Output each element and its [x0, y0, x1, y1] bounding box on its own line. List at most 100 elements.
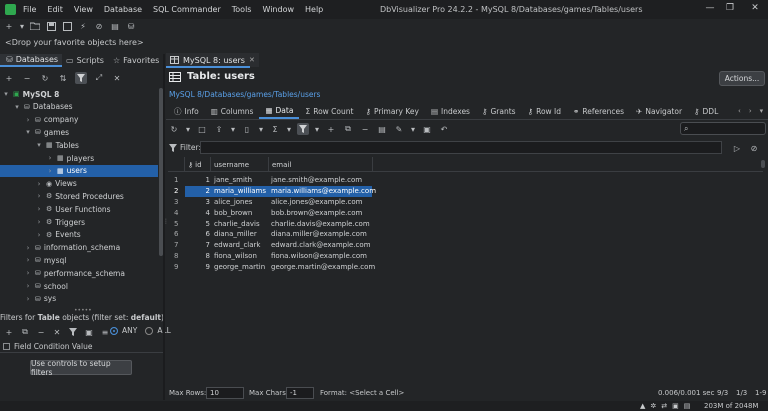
database-icon[interactable]: ⛁ [125, 20, 137, 32]
cell-id[interactable]: 5 [205, 218, 210, 229]
cell-username[interactable]: bob_brown [214, 207, 252, 218]
dropdown-arrow-icon[interactable]: ▾ [19, 20, 25, 32]
apply-icon[interactable]: ▣ [421, 123, 433, 135]
collapsed-arrow-icon[interactable]: › [35, 205, 43, 213]
split-handle-icon[interactable]: ••••• [74, 307, 92, 314]
cell-email[interactable]: edward.clark@example.com [271, 240, 371, 251]
collapsed-arrow-icon[interactable]: › [24, 244, 32, 252]
radio-all[interactable] [145, 326, 154, 335]
expanded-arrow-icon[interactable]: ▾ [13, 103, 21, 111]
export-menu-icon[interactable]: ▾ [230, 123, 236, 135]
cell-id[interactable]: 1 [205, 175, 210, 186]
more-tabs-icon[interactable]: ▾ [760, 107, 764, 115]
cell-email[interactable]: jane.smith@example.com [271, 175, 362, 186]
subtab-ddl[interactable]: ⚷ DDL [688, 104, 724, 119]
tab-favorites[interactable]: ☆ Favorites [113, 54, 159, 67]
filter-data-icon[interactable] [297, 123, 309, 135]
tree-node-company[interactable]: › ⛁ company [0, 114, 158, 126]
maximize-button[interactable]: ❐ [723, 3, 737, 15]
cell-email[interactable]: maria.williams@example.com [271, 186, 376, 197]
menu-sql-commander[interactable]: SQL Commander [153, 5, 221, 14]
table-row[interactable]: 6 6 diana_miller diana.miller@example.com [168, 229, 372, 240]
menu-window[interactable]: Window [262, 5, 294, 14]
sum-icon[interactable]: Σ [269, 123, 281, 135]
tab-databases[interactable]: ⛁ Databases [0, 54, 62, 67]
subtab-info[interactable]: ⓘ Info [168, 104, 205, 119]
delete-row-icon[interactable]: − [359, 123, 371, 135]
menu-database[interactable]: Database [104, 5, 142, 14]
collapsed-arrow-icon[interactable]: › [24, 256, 32, 264]
cell-email[interactable]: fiona.wilson@example.com [271, 251, 367, 262]
actions-button[interactable]: Actions... [719, 71, 765, 86]
collapsed-arrow-icon[interactable]: › [24, 295, 32, 303]
divider-grip-icon[interactable]: ⋮ [163, 219, 169, 232]
radio-any[interactable] [110, 326, 118, 335]
tree-node-school[interactable]: › ⛁ school [0, 280, 158, 292]
tree-node-triggers[interactable]: › ⚙ Triggers [0, 216, 158, 228]
scroll-right-icon[interactable]: › [749, 107, 752, 115]
filter-icon[interactable] [67, 326, 79, 338]
edit-icon[interactable]: ✎ [393, 123, 405, 135]
clear-filter-input-icon[interactable]: ⊘ [748, 142, 760, 154]
clear-filter-icon[interactable]: ✕ [51, 326, 63, 338]
refresh-icon[interactable]: ↻ [39, 72, 51, 84]
collapsed-arrow-icon[interactable]: › [35, 192, 43, 200]
expanded-arrow-icon[interactable]: ▾ [35, 141, 43, 149]
form-view-icon[interactable]: ▤ [376, 123, 388, 135]
collapsed-arrow-icon[interactable]: › [24, 269, 32, 277]
cell-id[interactable]: 4 [205, 207, 210, 218]
subtab-primary-key[interactable]: ⚷ Primary Key [359, 104, 424, 119]
add-row-icon[interactable]: + [325, 123, 337, 135]
cell-email[interactable]: alice.jones@example.com [271, 197, 362, 208]
tab-scripts[interactable]: ▭ Scripts [66, 54, 104, 67]
table-row[interactable]: 9 9 george_martin george.martin@example.com [168, 261, 375, 272]
cell-username[interactable]: charlie_davis [214, 218, 260, 229]
undo-icon[interactable]: ↶ [438, 123, 450, 135]
subtab-grants[interactable]: ⚷ Grants [476, 104, 522, 119]
grid-scrollbar[interactable] [761, 160, 765, 168]
setup-filters-button[interactable]: Use controls to setup filters [30, 359, 132, 377]
tree-node-mysql-8[interactable]: ▾ ▣ MySQL 8 [0, 88, 158, 100]
collapsed-arrow-icon[interactable]: › [35, 180, 43, 188]
apply-filter-icon[interactable]: ▷ [731, 142, 743, 154]
cell-id[interactable]: 2 [205, 186, 210, 197]
menu-edit[interactable]: Edit [47, 5, 63, 14]
cell-id[interactable]: 3 [205, 197, 210, 208]
tree-node-performance-schema[interactable]: › ⛁ performance_schema [0, 267, 158, 279]
subtab-indexes[interactable]: ▤ Indexes [425, 104, 476, 119]
menu-help[interactable]: Help [305, 5, 323, 14]
warning-icon[interactable]: ▲ [640, 402, 645, 410]
grid-search-input[interactable]: ⌕ [680, 122, 766, 135]
cell-email[interactable]: bob.brown@example.com [271, 207, 362, 218]
subtab-navigator[interactable]: ✈ Navigator [630, 104, 688, 119]
tree-node-tables[interactable]: ▾ ▦ Tables [0, 139, 158, 151]
reload-icon[interactable]: ↻ [168, 123, 180, 135]
expand-all-icon[interactable]: ⤢ [93, 72, 105, 84]
cell-username[interactable]: alice_jones [214, 197, 252, 208]
cell-username[interactable]: maria_williams [214, 186, 266, 197]
settings-icon[interactable]: ✲ [650, 402, 656, 410]
table-row[interactable]: 2 2 maria_williams maria.williams@example.c… [168, 185, 376, 197]
reload-menu-icon[interactable]: ▾ [185, 123, 191, 135]
filter-toggle-icon[interactable] [75, 72, 87, 84]
add-connection-icon[interactable]: + [3, 72, 15, 84]
max-rows-input[interactable]: 10 [206, 387, 244, 399]
connect-icon[interactable]: ⚡ [77, 20, 89, 32]
menu-view[interactable]: View [74, 5, 93, 14]
subtab-data[interactable]: ▦ Data [259, 104, 300, 119]
collapsed-arrow-icon[interactable]: › [46, 167, 54, 175]
table-row[interactable]: 7 7 edward_clark edward.clark@example.com [168, 240, 372, 251]
subtab-row-id[interactable]: ⚷ Row Id [522, 104, 567, 119]
favorites-drop-hint[interactable]: <Drop your favorite objects here> [5, 38, 144, 47]
cell-username[interactable]: diana_miller [214, 229, 257, 240]
subtab-references[interactable]: ⚭ References [567, 104, 630, 119]
collapsed-arrow-icon[interactable]: › [24, 116, 32, 124]
breadcrumb[interactable]: MySQL 8/Databases/games/Tables/users [169, 90, 320, 99]
collapsed-arrow-icon[interactable]: › [35, 218, 43, 226]
table-row[interactable]: 5 5 charlie_davis charlie.davis@example.com [168, 218, 372, 229]
cell-id[interactable]: 7 [205, 240, 210, 251]
cell-id[interactable]: 6 [205, 229, 210, 240]
stop-icon[interactable]: □ [196, 123, 208, 135]
expanded-arrow-icon[interactable]: ▾ [2, 90, 10, 98]
cell-email[interactable]: charlie.davis@example.com [271, 218, 370, 229]
